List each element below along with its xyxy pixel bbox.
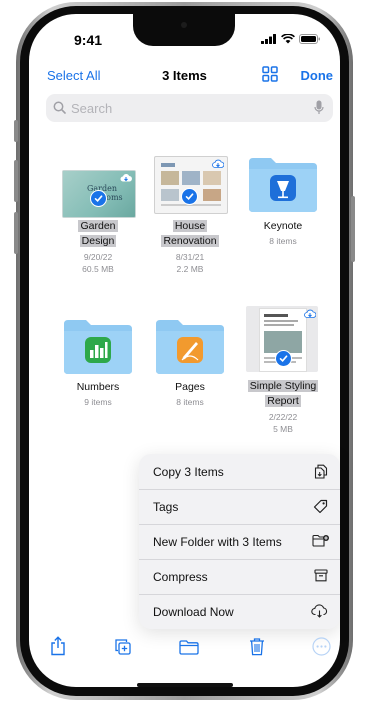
file-name: Garden Design	[78, 220, 118, 247]
tag-icon	[313, 499, 328, 514]
pages-folder-icon	[156, 320, 224, 374]
side-button-volume-up	[14, 160, 18, 202]
file-item-simple-styling-report[interactable]: Simple Styling Report 2/22/22 5 MB	[236, 302, 330, 440]
home-indicator	[137, 683, 233, 687]
selected-checkmark-icon	[90, 190, 107, 207]
cloud-download-icon	[311, 604, 328, 618]
search-icon	[53, 101, 66, 114]
battery-icon	[299, 34, 320, 44]
search-placeholder: Search	[71, 101, 113, 116]
selected-checkmark-icon	[275, 350, 292, 367]
side-button-power	[351, 196, 355, 262]
camera-dot	[181, 22, 187, 28]
numbers-folder-icon	[64, 320, 132, 374]
microphone-icon[interactable]	[314, 100, 324, 115]
file-thumbnail	[154, 156, 228, 214]
menu-item-compress[interactable]: Compress	[139, 559, 340, 594]
search-input[interactable]: Search	[46, 94, 333, 122]
cloud-download-badge-icon	[120, 174, 132, 182]
folder-name: Keynote	[263, 220, 303, 232]
folder-item-count: 8 items	[176, 397, 204, 407]
menu-item-new-folder[interactable]: New Folder with 3 Items	[139, 524, 340, 559]
page-title: 3 Items	[162, 68, 207, 83]
file-name: Simple Styling Report	[247, 380, 319, 407]
more-icon[interactable]	[312, 637, 331, 656]
archive-box-icon	[314, 569, 328, 582]
menu-item-label: Download Now	[153, 605, 234, 619]
folder-item-count: 9 items	[84, 397, 112, 407]
menu-item-label: Copy 3 Items	[153, 465, 224, 479]
menu-item-label: New Folder with 3 Items	[153, 535, 282, 549]
grid-view-icon[interactable]	[262, 66, 278, 82]
status-icons	[261, 34, 321, 44]
menu-item-label: Tags	[153, 500, 179, 514]
menu-item-tags[interactable]: Tags	[139, 489, 340, 524]
status-time: 9:41	[74, 32, 103, 48]
folder-item-keynote[interactable]: Keynote 8 items	[242, 156, 324, 256]
share-icon[interactable]	[50, 636, 66, 656]
file-size: 5 MB	[273, 424, 293, 434]
cloud-download-badge-icon	[304, 309, 316, 318]
context-menu: Copy 3 Items Tags New Folder with 3 Item…	[139, 454, 340, 629]
file-item-garden-design[interactable]: Garden Rooms Garden Design 9/20/22 60.5 M…	[57, 160, 139, 280]
folder-name: Numbers	[76, 381, 120, 393]
side-button-volume-down	[14, 212, 18, 254]
menu-item-copy[interactable]: Copy 3 Items	[139, 454, 340, 489]
folder-item-numbers[interactable]: Numbers 9 items	[57, 318, 139, 418]
folder-item-pages[interactable]: Pages 8 items	[149, 318, 231, 418]
trash-icon[interactable]	[249, 637, 265, 656]
keynote-folder-icon	[249, 158, 317, 212]
duplicate-icon[interactable]	[114, 638, 132, 656]
side-button-silent	[14, 120, 18, 142]
selected-checkmark-icon	[181, 188, 198, 205]
file-date: 2/22/22	[268, 412, 298, 422]
copy-doc-icon	[314, 464, 328, 479]
folder-name: Pages	[175, 381, 205, 393]
move-folder-icon[interactable]	[179, 640, 199, 655]
file-size: 2.2 MB	[176, 264, 204, 274]
wifi-icon	[281, 34, 295, 44]
folder-item-count: 8 items	[269, 236, 297, 246]
menu-item-download[interactable]: Download Now	[139, 594, 340, 629]
cloud-download-badge-icon	[212, 159, 224, 168]
file-item-house-renovation[interactable]: House Renovation 8/31/21 2.2 MB	[149, 152, 231, 280]
file-date: 8/31/21	[175, 252, 205, 262]
done-button[interactable]: Done	[301, 68, 334, 83]
cellular-signal-icon	[261, 34, 276, 44]
file-name: House Renovation	[161, 220, 219, 247]
file-date: 9/20/22	[83, 252, 113, 262]
new-folder-icon	[312, 534, 329, 547]
file-size: 60.5 MB	[82, 264, 114, 274]
dynamic-island	[133, 14, 235, 46]
menu-item-label: Compress	[153, 570, 208, 584]
